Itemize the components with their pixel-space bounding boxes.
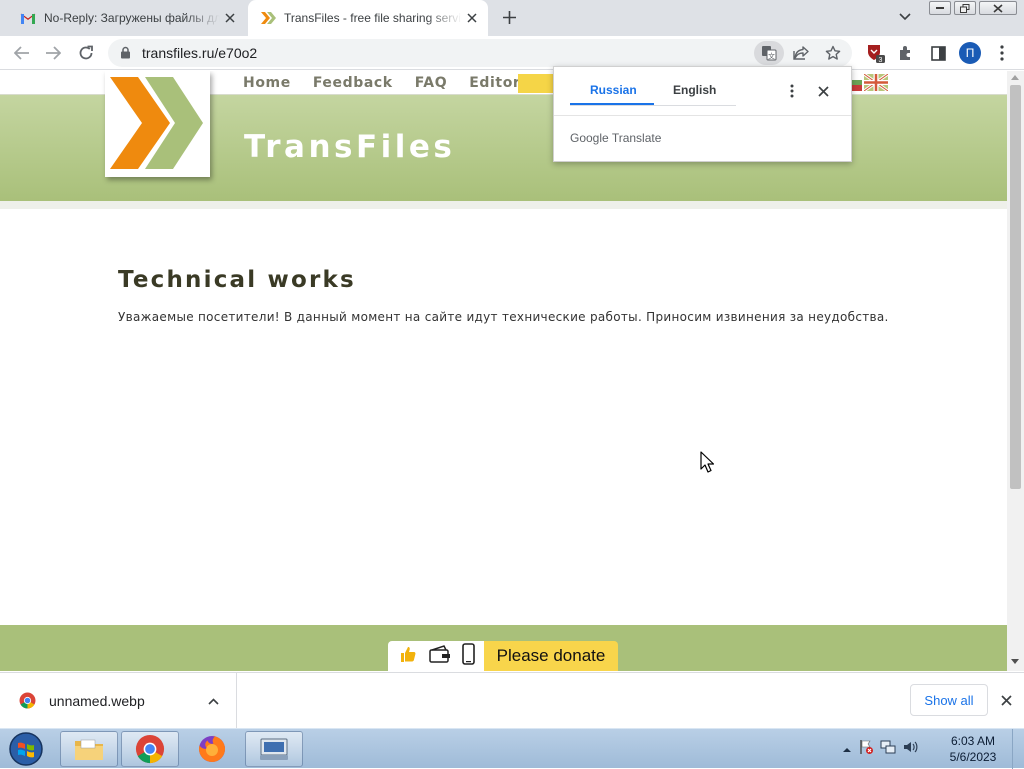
donate-button[interactable]: Please donate	[484, 641, 618, 671]
page-title: Technical works	[118, 267, 356, 293]
gmail-icon	[20, 10, 36, 26]
download-item[interactable]: unnamed.webp	[0, 673, 237, 728]
tray-expand-icon[interactable]	[842, 740, 852, 758]
chrome-taskbar-icon[interactable]	[121, 731, 179, 767]
url-text[interactable]: transfiles.ru/e70o2	[142, 45, 257, 61]
page-scrollbar[interactable]	[1007, 71, 1024, 671]
tab-strip: No-Reply: Загружены файлы для TransFiles…	[0, 0, 1024, 36]
tab-gmail[interactable]: No-Reply: Загружены файлы для	[8, 0, 246, 36]
puzzle-extensions-icon[interactable]	[893, 40, 919, 66]
chevron-down-icon[interactable]	[894, 6, 916, 28]
thumbs-up-icon[interactable]	[398, 644, 418, 669]
new-tab-button[interactable]	[498, 6, 520, 28]
extension-shield-icon[interactable]: 3	[862, 40, 888, 66]
reload-button[interactable]	[73, 40, 99, 66]
tab-transfiles[interactable]: TransFiles - free file sharing service	[248, 0, 488, 36]
header-divider	[0, 201, 1007, 209]
transfiles-logo[interactable]	[105, 71, 210, 177]
close-icon[interactable]	[220, 8, 240, 28]
uk-flag-icon[interactable]	[863, 72, 889, 96]
translate-tab-track	[570, 105, 736, 106]
transfiles-favicon-icon	[260, 10, 276, 26]
translate-icon[interactable]: 文	[754, 41, 784, 65]
back-button[interactable]	[9, 40, 35, 66]
download-shelf: unnamed.webp Show all	[0, 672, 1024, 728]
page-viewport: Home Feedback FAQ Editor TransFiles Tech…	[0, 71, 1007, 671]
maintenance-message: Уважаемые посетители! В данный момент на…	[118, 310, 889, 324]
wallet-icon[interactable]	[428, 644, 451, 668]
chrome-file-icon	[19, 692, 36, 714]
mouse-cursor-icon	[700, 451, 715, 478]
tab-title: TransFiles - free file sharing service	[284, 11, 462, 25]
start-button[interactable]	[4, 730, 48, 768]
nav-home[interactable]: Home	[243, 75, 291, 91]
show-desktop-button[interactable]	[1012, 729, 1024, 769]
download-file-name: unnamed.webp	[49, 693, 145, 709]
show-all-button[interactable]: Show all	[910, 684, 988, 716]
windows-taskbar: 6:03 AM 5/6/2023	[0, 728, 1024, 769]
translate-tab-russian[interactable]: Russian	[590, 83, 637, 97]
translate-tab-indicator	[570, 103, 654, 105]
forward-button[interactable]	[40, 40, 66, 66]
scroll-down-arrow-icon[interactable]	[1011, 659, 1019, 664]
lock-icon[interactable]	[120, 46, 131, 64]
svg-text:文: 文	[768, 52, 775, 61]
menu-kebab-icon[interactable]	[989, 40, 1015, 66]
translate-popup: Russian English Google Translate	[553, 66, 852, 162]
firefox-taskbar-icon[interactable]	[183, 731, 241, 767]
network-icon[interactable]	[880, 739, 896, 760]
address-bar[interactable]: transfiles.ru/e70o2 文	[108, 39, 852, 67]
translate-tab-english[interactable]: English	[673, 83, 716, 97]
scroll-thumb[interactable]	[1010, 85, 1021, 489]
phone-icon[interactable]	[461, 642, 475, 670]
more-options-icon[interactable]	[782, 81, 802, 101]
bookmark-star-icon[interactable]	[822, 43, 844, 63]
browser-toolbar: transfiles.ru/e70o2 文 3 П	[0, 36, 1024, 70]
minimize-button[interactable]	[929, 1, 951, 15]
translate-divider	[554, 115, 851, 116]
chevron-up-icon[interactable]	[204, 692, 222, 710]
close-icon[interactable]	[996, 690, 1016, 710]
explorer-taskbar-icon[interactable]	[60, 731, 118, 767]
extension-badge: 3	[879, 57, 883, 64]
volume-icon[interactable]	[902, 739, 918, 760]
site-nav: Home Feedback FAQ Editor	[243, 75, 542, 91]
scroll-up-arrow-icon[interactable]	[1011, 75, 1019, 80]
clock-time: 6:03 AM	[950, 734, 996, 748]
nav-editor[interactable]: Editor	[469, 75, 520, 91]
clock-date: 5/6/2023	[949, 750, 997, 764]
action-center-flag-icon[interactable]	[858, 739, 874, 760]
site-title: TransFiles	[244, 129, 456, 165]
tab-title: No-Reply: Загружены файлы для	[44, 11, 220, 25]
restore-button[interactable]	[954, 1, 976, 15]
system-tray	[842, 733, 918, 765]
nav-highlight-block	[518, 74, 558, 93]
donate-icons	[388, 641, 484, 671]
nav-faq[interactable]: FAQ	[415, 75, 448, 91]
close-icon[interactable]	[813, 81, 833, 101]
clock[interactable]: 6:03 AM 5/6/2023	[938, 733, 1008, 765]
side-panel-icon[interactable]	[925, 40, 951, 66]
keyboard-app-taskbar-icon[interactable]	[245, 731, 303, 767]
share-icon[interactable]	[790, 43, 812, 63]
nav-feedback[interactable]: Feedback	[313, 75, 393, 91]
close-icon[interactable]	[462, 8, 482, 28]
language-flags	[849, 72, 889, 96]
close-window-button[interactable]	[979, 1, 1017, 15]
donate-widget: Please donate	[388, 641, 618, 671]
translate-brand: Google Translate	[570, 131, 662, 145]
profile-avatar[interactable]: П	[959, 42, 981, 64]
